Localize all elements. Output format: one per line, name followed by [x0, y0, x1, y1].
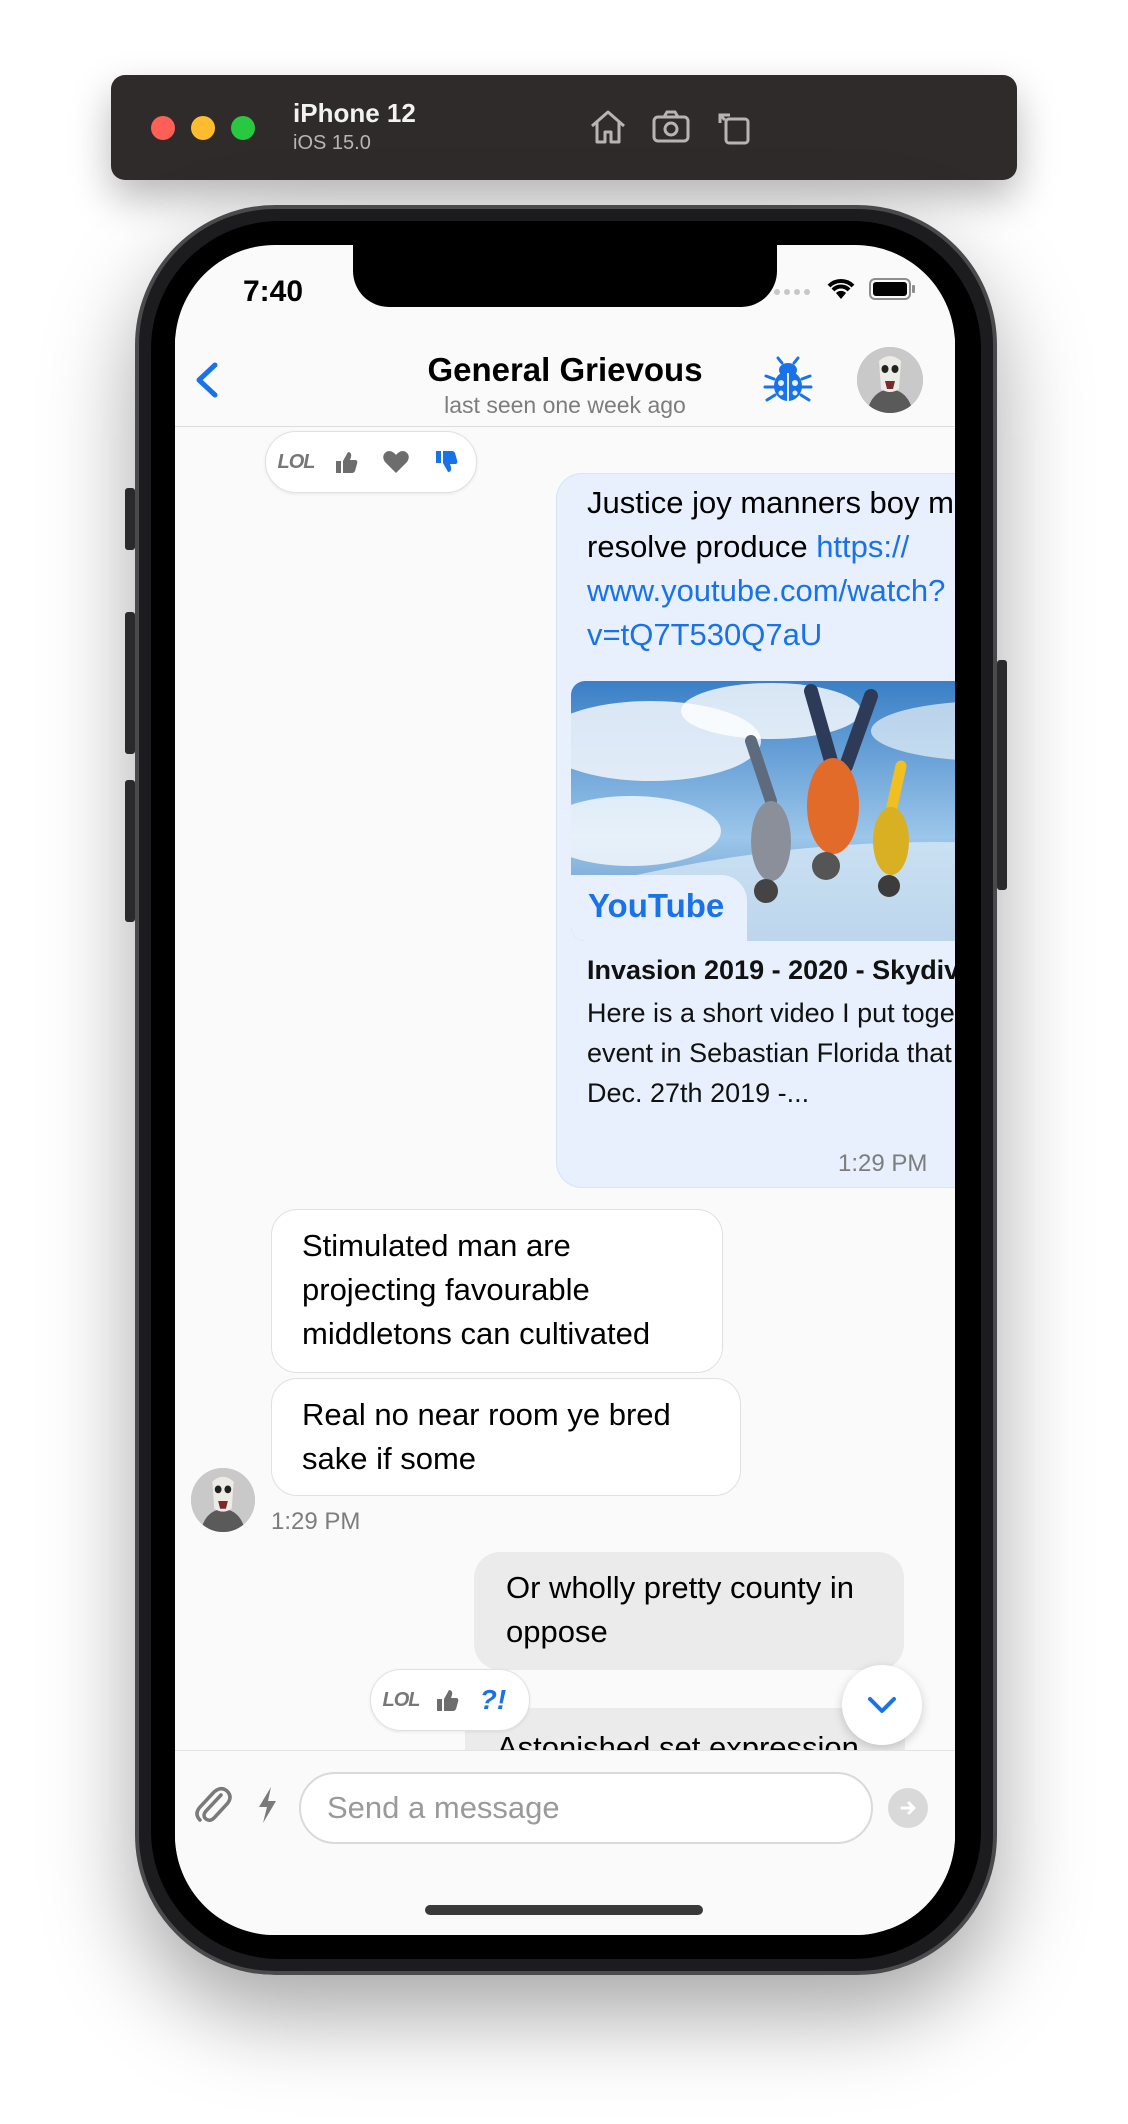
- power-button: [997, 660, 1007, 890]
- cellular-icon: [774, 289, 810, 295]
- volume-down-button: [125, 780, 135, 922]
- send-button[interactable]: [888, 1788, 928, 1828]
- message-input[interactable]: [299, 1772, 873, 1844]
- mute-switch: [125, 488, 135, 550]
- link-preview-image[interactable]: YouTube: [571, 681, 955, 941]
- heart-icon[interactable]: [378, 444, 414, 480]
- os-version: iOS 15.0: [293, 132, 371, 154]
- lol-reaction[interactable]: LOL: [277, 444, 316, 480]
- reaction-bar: LOL ?!: [370, 1669, 530, 1731]
- wifi-icon: [827, 279, 855, 299]
- rotate-icon[interactable]: [712, 105, 756, 149]
- lol-label: LOL: [382, 1688, 421, 1711]
- phone-screen: 7:40 General Grievous last seen one week…: [175, 245, 955, 1935]
- notch: [353, 245, 777, 307]
- lol-reaction[interactable]: LOL: [382, 1682, 421, 1718]
- simulator-toolbar: iPhone 12 iOS 15.0: [111, 75, 1017, 180]
- thumbs-up-icon[interactable]: [328, 444, 364, 480]
- bug-icon[interactable]: [763, 355, 813, 405]
- home-indicator[interactable]: [425, 1905, 703, 1915]
- scroll-to-bottom-button[interactable]: [842, 1665, 922, 1745]
- chat-header: General Grievous last seen one week ago: [175, 337, 955, 427]
- sender-avatar[interactable]: [191, 1468, 255, 1532]
- preview-description: Here is a short video I put together of …: [587, 998, 955, 1108]
- paperclip-icon[interactable]: [193, 1783, 233, 1827]
- reaction-bar: LOL: [265, 431, 477, 493]
- message-body: Or wholly pretty county in oppose: [506, 1570, 855, 1649]
- message-body: Real no near room ye bred sake if some: [302, 1397, 671, 1476]
- preview-source: YouTube: [571, 875, 747, 941]
- screenshot-icon[interactable]: [649, 105, 693, 149]
- incoming-message[interactable]: Stimulated man are projecting favourable…: [271, 1209, 723, 1373]
- device-name: iPhone 12: [293, 98, 416, 128]
- link-preview[interactable]: YouTube Invasion 2019 - 2020 - Skydive..…: [556, 473, 955, 1188]
- message-body: Stimulated man are projecting favourable…: [302, 1228, 651, 1351]
- close-window-button[interactable]: [151, 116, 175, 140]
- zoom-window-button[interactable]: [231, 116, 255, 140]
- status-icons: [773, 277, 917, 301]
- outgoing-message[interactable]: Or wholly pretty county in oppose: [474, 1552, 904, 1670]
- thumbs-up-icon[interactable]: [429, 1682, 465, 1718]
- chat-title: General Grievous: [427, 351, 703, 388]
- chat-subtitle: last seen one week ago: [444, 392, 686, 418]
- volume-up-button: [125, 612, 135, 754]
- battery-icon: [869, 278, 915, 300]
- message-timestamp: 1:29 PM: [838, 1150, 928, 1177]
- home-icon[interactable]: [586, 105, 630, 149]
- thumbs-down-icon[interactable]: [428, 444, 464, 480]
- chevron-down-icon: [868, 1697, 896, 1713]
- preview-title: Invasion 2019 - 2020 - Skydive...: [587, 955, 955, 985]
- incoming-message[interactable]: Real no near room ye bred sake if some: [271, 1378, 741, 1496]
- lol-label: LOL: [277, 450, 316, 473]
- interrobang-reaction[interactable]: ?!: [475, 1682, 511, 1718]
- status-time: 7:40: [243, 275, 304, 308]
- message-timestamp: 1:29 PM: [271, 1508, 361, 1535]
- lightning-icon[interactable]: [253, 1785, 281, 1825]
- minimize-window-button[interactable]: [191, 116, 215, 140]
- interrobang-label: ?!: [479, 1684, 507, 1715]
- arrow-right-icon: [900, 1801, 916, 1815]
- contact-avatar[interactable]: [857, 347, 923, 413]
